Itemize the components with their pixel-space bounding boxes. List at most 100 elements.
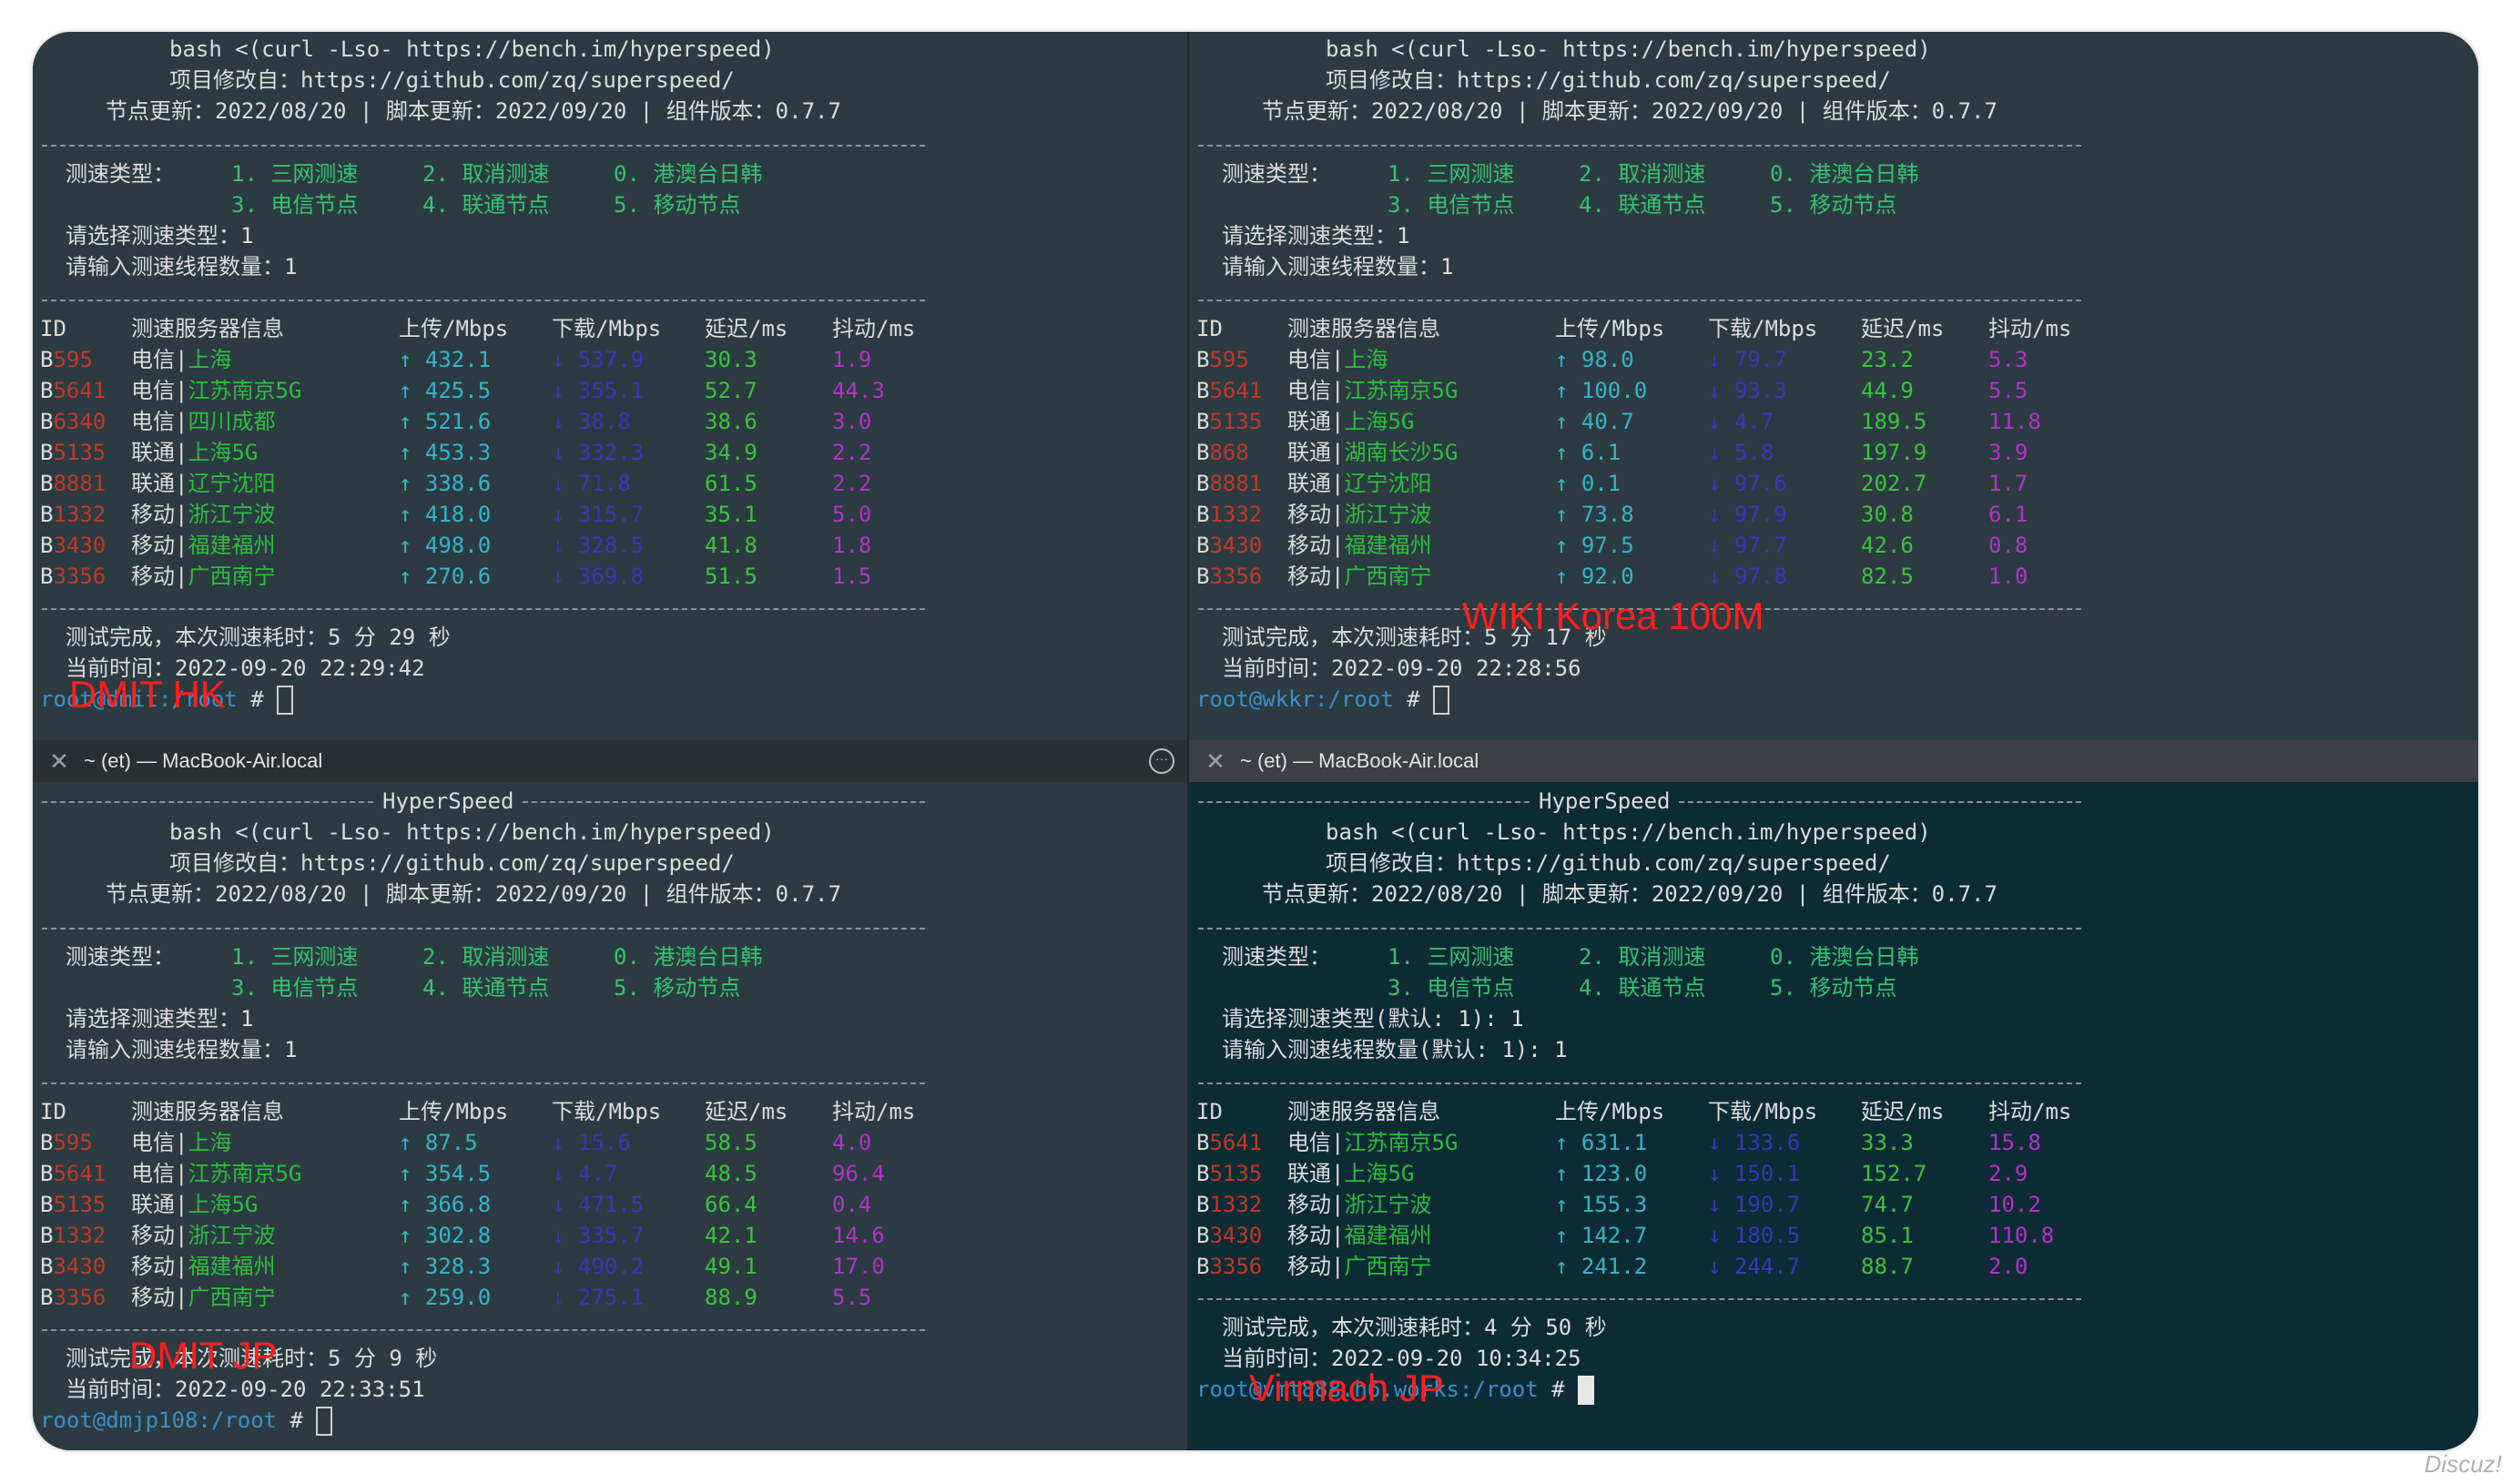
cell-server: 移动|广西南宁 bbox=[1287, 1254, 1432, 1279]
cell-server: 电信|四川成都 bbox=[131, 409, 276, 434]
shell-prompt[interactable]: root@dmjp108:/root # bbox=[40, 1405, 333, 1436]
cell-server: 电信|江苏南京5G bbox=[1287, 1130, 1459, 1155]
menu-opt3: 3. 电信节点 bbox=[231, 192, 359, 218]
cell-id: B5641 bbox=[1196, 378, 1263, 403]
tab-title: ~ (et) — MacBook-Air.local bbox=[1240, 749, 1479, 772]
cell-server: 电信|上海 bbox=[1287, 347, 1388, 372]
cell-server: 联通|上海5G bbox=[131, 1192, 259, 1217]
shell-prompt[interactable]: root@wkkr:/root # bbox=[1196, 684, 1450, 715]
divider bbox=[42, 928, 925, 930]
watermark: Discuz! bbox=[2424, 1450, 2502, 1478]
cell-down: ↓ 4.7 bbox=[552, 1161, 618, 1186]
cell-lat: 88.9 bbox=[705, 1285, 757, 1310]
cell-jit: 14.6 bbox=[832, 1223, 885, 1248]
col-latency: 延迟/ms bbox=[1861, 1099, 1945, 1124]
divider bbox=[42, 300, 925, 301]
cell-lat: 202.7 bbox=[1861, 471, 1927, 496]
cell-jit: 10.2 bbox=[1988, 1192, 2041, 1217]
cell-up: ↑ 241.2 bbox=[1555, 1254, 1648, 1279]
cell-down: ↓ 244.7 bbox=[1708, 1254, 1801, 1279]
cell-up: ↑ 521.6 bbox=[399, 409, 492, 434]
cell-id: B1332 bbox=[1196, 1192, 1263, 1217]
cell-server: 电信|上海 bbox=[131, 347, 232, 372]
cell-jit: 44.3 bbox=[832, 378, 885, 403]
cell-up: ↑ 498.0 bbox=[399, 533, 492, 558]
col-jitter: 抖动/ms bbox=[1988, 316, 2072, 341]
cell-id: B868 bbox=[1196, 440, 1249, 465]
bash-command: bash <(curl -Lso- https://bench.im/hyper… bbox=[169, 36, 775, 62]
menu-label: 测速类型： bbox=[66, 944, 175, 970]
divider bbox=[42, 1083, 925, 1084]
cell-server: 联通|上海5G bbox=[1287, 409, 1415, 434]
cell-lat: 35.1 bbox=[705, 502, 757, 527]
cursor bbox=[1433, 686, 1450, 715]
divider bbox=[1198, 801, 1530, 803]
cell-id: B1332 bbox=[40, 1223, 107, 1248]
pane-dmit-hk[interactable]: bash <(curl -Lso- https://bench.im/hyper… bbox=[33, 32, 1187, 740]
col-jitter: 抖动/ms bbox=[832, 316, 916, 341]
close-icon[interactable]: ✕ bbox=[46, 747, 73, 776]
prompt-path: /root bbox=[210, 1408, 278, 1433]
bash-command: bash <(curl -Lso- https://bench.im/hyper… bbox=[169, 819, 775, 845]
col-upload: 上传/Mbps bbox=[1555, 1099, 1665, 1124]
pane-dmit-jp[interactable]: HyperSpeed bash <(curl -Lso- https://ben… bbox=[33, 782, 1187, 1450]
cell-lat: 33.3 bbox=[1861, 1130, 1914, 1155]
menu-opt2: 2. 取消测速 bbox=[1579, 161, 1706, 187]
cell-down: ↓ 97.9 bbox=[1708, 502, 1787, 527]
overlay-label: DMIT HK bbox=[69, 673, 226, 716]
more-icon[interactable]: ··· bbox=[1149, 748, 1174, 774]
cell-lat: 52.7 bbox=[705, 378, 757, 403]
col-upload: 上传/Mbps bbox=[1555, 316, 1665, 341]
threads-line: 请输入测速线程数量：1 bbox=[1222, 254, 1454, 280]
pane-virmach-jp[interactable]: HyperSpeed bash <(curl -Lso- https://ben… bbox=[1189, 782, 2478, 1450]
cell-up: ↑ 338.6 bbox=[399, 471, 492, 496]
cell-id: B3356 bbox=[1196, 564, 1263, 589]
cell-id: B3430 bbox=[40, 533, 107, 558]
cell-up: ↑ 453.3 bbox=[399, 440, 492, 465]
divider bbox=[1198, 928, 2081, 930]
cell-server: 移动|广西南宁 bbox=[131, 1285, 276, 1310]
project-line: 项目修改自：https://github.com/zq/superspeed/ bbox=[1326, 850, 1891, 876]
overlay-label: DMIT JP bbox=[129, 1334, 278, 1377]
cell-down: ↓ 190.7 bbox=[1708, 1192, 1801, 1217]
cell-down: ↓ 275.1 bbox=[552, 1285, 645, 1310]
col-id: ID bbox=[40, 1099, 66, 1124]
cell-up: ↑ 87.5 bbox=[399, 1130, 478, 1155]
cell-lat: 66.4 bbox=[705, 1192, 757, 1217]
project-line: 项目修改自：https://github.com/zq/superspeed/ bbox=[1326, 67, 1891, 93]
cell-up: ↑ 100.0 bbox=[1555, 378, 1648, 403]
time-line: 当前时间：2022-09-20 22:33:51 bbox=[66, 1377, 425, 1402]
project-line: 项目修改自：https://github.com/zq/superspeed/ bbox=[169, 67, 735, 93]
cell-jit: 5.5 bbox=[832, 1285, 872, 1310]
tab-left[interactable]: ✕ ~ (et) — MacBook-Air.local ··· bbox=[33, 740, 1187, 784]
divider bbox=[1198, 1083, 2081, 1084]
cell-lat: 197.9 bbox=[1861, 440, 1927, 465]
cell-server: 移动|福建福州 bbox=[1287, 533, 1432, 558]
cell-lat: 38.6 bbox=[705, 409, 757, 434]
cell-id: B5641 bbox=[40, 1161, 107, 1186]
menu-opt1: 1. 三网测速 bbox=[231, 161, 359, 187]
menu-opt0: 0. 港澳台日韩 bbox=[614, 944, 763, 970]
cell-server: 电信|江苏南京5G bbox=[131, 378, 302, 403]
cell-down: ↓ 150.1 bbox=[1708, 1161, 1801, 1186]
cell-id: B6340 bbox=[40, 409, 107, 434]
cell-jit: 3.0 bbox=[832, 409, 872, 434]
cell-server: 移动|福建福州 bbox=[131, 533, 276, 558]
cell-id: B3430 bbox=[40, 1254, 107, 1279]
cell-lat: 23.2 bbox=[1861, 347, 1914, 372]
pane-wiki-korea[interactable]: bash <(curl -Lso- https://bench.im/hyper… bbox=[1189, 32, 2478, 740]
col-server: 测速服务器信息 bbox=[1287, 316, 1440, 341]
col-latency: 延迟/ms bbox=[705, 316, 788, 341]
cell-lat: 74.7 bbox=[1861, 1192, 1914, 1217]
overlay-label: WIKI Korea 100M bbox=[1462, 595, 1764, 637]
tab-right[interactable]: ✕ ~ (et) — MacBook-Air.local bbox=[1189, 740, 2478, 784]
bash-command: bash <(curl -Lso- https://bench.im/hyper… bbox=[1326, 36, 1931, 62]
cell-down: ↓ 369.8 bbox=[552, 564, 645, 589]
prompt-hash: # bbox=[1393, 686, 1434, 712]
close-icon[interactable]: ✕ bbox=[1202, 747, 1229, 776]
prompt-user: root@dmjp108: bbox=[40, 1408, 211, 1433]
cell-jit: 0.4 bbox=[832, 1192, 872, 1217]
hyperspeed-title: HyperSpeed bbox=[1539, 788, 1671, 814]
cell-jit: 2.2 bbox=[832, 440, 872, 465]
cell-down: ↓ 315.7 bbox=[552, 502, 645, 527]
